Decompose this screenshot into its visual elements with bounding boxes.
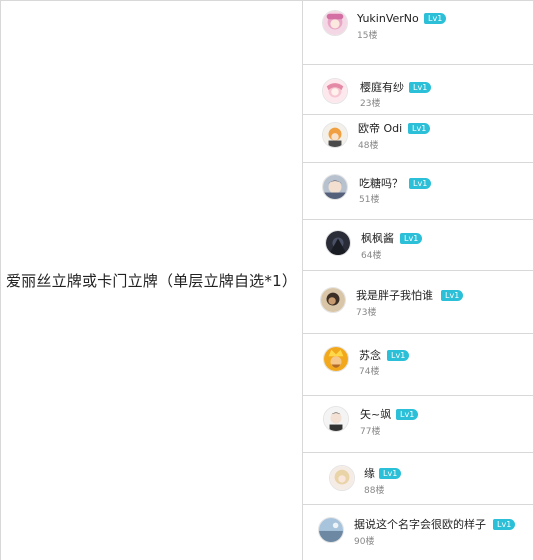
anime-boy-white-avatar[interactable] bbox=[323, 406, 349, 432]
username[interactable]: 苏念 bbox=[359, 349, 381, 362]
floor-number: 74楼 bbox=[359, 367, 380, 377]
character-dark-avatar[interactable] bbox=[320, 287, 346, 313]
floor-number: 73楼 bbox=[356, 308, 377, 318]
floor-number: 15楼 bbox=[357, 31, 378, 41]
level-badge: Lv1 bbox=[400, 233, 423, 244]
winners-list: YukinVerNo Lv1 15楼 樱庭有纱 Lv1 23楼 欧帝 Odi L… bbox=[303, 1, 533, 560]
prize-name: 爱丽丝立牌或卡门立牌（单层立牌自选*1） bbox=[5, 272, 298, 290]
winner-row: 据说这个名字会很欧的样子 Lv1 90楼 bbox=[303, 505, 533, 560]
winner-row: 矢~飒 Lv1 77楼 bbox=[303, 396, 533, 453]
username[interactable]: 樱庭有纱 bbox=[360, 81, 404, 94]
username[interactable]: 吃糖吗？ bbox=[359, 177, 403, 190]
level-badge: Lv1 bbox=[387, 350, 410, 361]
level-badge: Lv1 bbox=[379, 468, 402, 479]
landscape-avatar[interactable] bbox=[318, 517, 344, 543]
level-badge: Lv1 bbox=[493, 519, 516, 530]
floor-number: 64楼 bbox=[361, 251, 382, 261]
prize-cell: 爱丽丝立牌或卡门立牌（单层立牌自选*1） bbox=[1, 1, 303, 560]
level-badge: Lv1 bbox=[409, 178, 432, 189]
anime-girl-pink-hair-avatar[interactable] bbox=[322, 10, 348, 36]
winner-row: 缘 Lv1 88楼 bbox=[303, 453, 533, 505]
username[interactable]: 缘 bbox=[364, 467, 375, 480]
level-badge: Lv1 bbox=[408, 123, 431, 134]
username[interactable]: 我是胖子我怕谁 bbox=[356, 289, 433, 302]
floor-number: 51楼 bbox=[359, 195, 380, 205]
floor-number: 23楼 bbox=[360, 99, 381, 109]
username[interactable]: 据说这个名字会很欧的样子 bbox=[354, 518, 486, 531]
winners-table: 爱丽丝立牌或卡门立牌（单层立牌自选*1） YukinVerNo Lv1 15楼 … bbox=[0, 0, 534, 560]
username[interactable]: 枫枫酱 bbox=[361, 232, 394, 245]
floor-number: 88楼 bbox=[364, 486, 385, 496]
winner-row: 樱庭有纱 Lv1 23楼 bbox=[303, 65, 533, 115]
winner-row: 吃糖吗？ Lv1 51楼 bbox=[303, 163, 533, 220]
username[interactable]: 欧帝 Odi bbox=[358, 122, 402, 135]
winner-row: 枫枫酱 Lv1 64楼 bbox=[303, 220, 533, 271]
anime-boy-avatar[interactable] bbox=[322, 174, 348, 200]
clash-of-clans-king-avatar[interactable] bbox=[323, 346, 349, 372]
blonde-girl-avatar[interactable] bbox=[329, 465, 355, 491]
floor-number: 48楼 bbox=[358, 141, 379, 151]
level-badge: Lv1 bbox=[396, 409, 419, 420]
level-badge: Lv1 bbox=[441, 290, 464, 301]
winner-row: 我是胖子我怕谁 Lv1 73楼 bbox=[303, 271, 533, 334]
winner-row: 苏念 Lv1 74楼 bbox=[303, 334, 533, 396]
dark-anime-avatar[interactable] bbox=[325, 230, 351, 256]
level-badge: Lv1 bbox=[409, 82, 432, 93]
anime-character-orange-avatar[interactable] bbox=[322, 122, 348, 148]
username[interactable]: 矢~飒 bbox=[360, 408, 391, 421]
winner-row: YukinVerNo Lv1 15楼 bbox=[303, 1, 533, 65]
username[interactable]: YukinVerNo bbox=[357, 12, 419, 25]
floor-number: 90楼 bbox=[354, 537, 375, 547]
winner-row: 欧帝 Odi Lv1 48楼 bbox=[303, 115, 533, 163]
level-badge: Lv1 bbox=[424, 13, 447, 24]
anime-girl-pink-avatar[interactable] bbox=[322, 78, 348, 104]
floor-number: 77楼 bbox=[360, 427, 381, 437]
